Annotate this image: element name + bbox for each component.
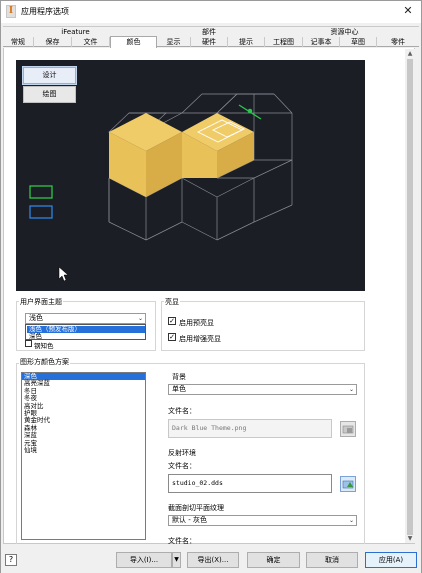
ui-theme-selected: 浅色 xyxy=(29,314,43,322)
prehighlight-label: 启用预亮显 xyxy=(179,319,214,327)
folder-icon xyxy=(342,425,354,434)
scroll-up-icon[interactable]: ▲ xyxy=(405,49,415,58)
folder-icon xyxy=(342,480,354,489)
yellow-cube-left xyxy=(109,113,182,197)
color-scheme-item[interactable]: 元宝 xyxy=(22,439,145,447)
tab-group-content-center[interactable]: 资源中心 xyxy=(270,26,419,36)
tab-save[interactable]: 保存 xyxy=(34,37,72,47)
tab-notebook[interactable]: 记事本 xyxy=(303,37,340,47)
yellow-cube-right xyxy=(182,113,254,178)
hidden-checkbox-label: 钢知色 xyxy=(34,342,54,350)
prehighlight-edge xyxy=(238,104,262,120)
tab-colors[interactable]: 颜色 xyxy=(110,36,157,48)
background-file-label: 文件名： xyxy=(168,407,196,415)
background-browse-button[interactable] xyxy=(340,421,356,437)
background-select[interactable]: 单色 ⌄ xyxy=(168,384,357,395)
background-label: 背景 xyxy=(172,373,186,381)
dialog-window: I 应用程序选项 ✕ iFeature 部件 资源中心 常规 保存 文件 颜色 … xyxy=(0,0,422,573)
tab-group-assembly[interactable]: 部件 xyxy=(148,26,270,36)
hidden-checkbox[interactable] xyxy=(25,340,32,347)
tab-drawing[interactable]: 工程图 xyxy=(265,37,303,47)
import-button[interactable]: 导入(I)... xyxy=(116,552,172,568)
enhanced-highlight-label: 启用增强亮显 xyxy=(179,335,221,343)
tab-sketch[interactable]: 草图 xyxy=(340,37,377,47)
chevron-down-icon: ⌄ xyxy=(348,386,354,393)
tab-group-ifeature[interactable]: iFeature xyxy=(3,26,148,36)
color-scheme-item[interactable]: 冬日 xyxy=(22,387,145,395)
color-scheme-item[interactable]: 高对比 xyxy=(22,402,145,410)
close-icon[interactable]: ✕ xyxy=(401,4,415,18)
import-dropdown-icon[interactable]: ▼ xyxy=(172,552,181,568)
help-icon[interactable]: ? xyxy=(5,554,17,566)
app-icon: I xyxy=(6,5,16,18)
reflection-file-label: 文件名： xyxy=(168,462,196,470)
scroll-down-icon[interactable]: ▼ xyxy=(405,534,415,543)
window-title: 应用程序选项 xyxy=(21,7,69,16)
cancel-button[interactable]: 取消 xyxy=(306,552,358,568)
enhanced-highlight-checkbox[interactable]: ✓ xyxy=(168,333,176,341)
background-file-field[interactable]: Dark Blue Theme.png xyxy=(168,419,332,438)
ui-theme-group-label: 用户界面主题 xyxy=(19,297,63,307)
reflection-label: 反射环境 xyxy=(168,449,196,457)
preview-cube-scene xyxy=(29,93,293,282)
ok-button[interactable]: 确定 xyxy=(247,552,300,568)
scrollbar-thumb[interactable] xyxy=(407,59,413,535)
color-scheme-list[interactable]: 深色 高亮深蓝 冬日 冬夜 高对比 护眼 黄金时代 森林 深蓝 元宝 仙境 xyxy=(21,372,146,540)
ui-theme-dropdown-list: 浅色（预发布版） 深色 xyxy=(25,324,146,340)
title-bar: I 应用程序选项 ✕ xyxy=(1,1,421,23)
reflection-file-field[interactable]: studio_02.dds xyxy=(168,474,332,493)
export-button[interactable]: 导出(X)... xyxy=(187,552,239,568)
color-scheme-item[interactable]: 深蓝 xyxy=(22,431,145,439)
select-swatch xyxy=(29,205,53,219)
tab-row: 常规 保存 文件 颜色 显示 硬件 提示 工程图 记事本 草图 零件 xyxy=(3,36,419,48)
highlight-group-label: 亮显 xyxy=(164,297,180,307)
prehighlight-checkbox[interactable]: ✓ xyxy=(168,317,176,325)
color-scheme-group-label: 图形方颜色方案 xyxy=(19,357,70,367)
color-scheme-item[interactable]: 高亮深蓝 xyxy=(22,379,145,387)
section-plane-selected: 默认 - 灰色 xyxy=(172,516,207,524)
tab-part[interactable]: 零件 xyxy=(377,37,419,47)
color-scheme-item[interactable]: 黄金时代 xyxy=(22,416,145,424)
ui-theme-select[interactable]: 浅色 ⌄ xyxy=(25,313,146,324)
section-plane-label: 截面剖切平面纹理 xyxy=(168,504,224,512)
tab-file[interactable]: 文件 xyxy=(72,37,110,47)
preselect-swatch xyxy=(29,185,53,199)
ui-theme-option[interactable]: 深色 xyxy=(27,333,145,340)
chevron-down-icon: ⌄ xyxy=(137,315,143,322)
mouse-cursor-icon xyxy=(58,266,69,282)
color-scheme-item[interactable]: 仙境 xyxy=(22,446,145,454)
color-preview-viewport: 设计 绘图 xyxy=(16,60,365,291)
tab-general[interactable]: 常规 xyxy=(3,37,34,47)
ui-theme-option[interactable]: 浅色（预发布版） xyxy=(27,326,145,333)
vertical-scrollbar[interactable]: ▲ ▼ xyxy=(405,49,415,543)
tab-display[interactable]: 显示 xyxy=(157,37,191,47)
tab-hardware[interactable]: 硬件 xyxy=(191,37,228,47)
section-plane-select[interactable]: 默认 - 灰色 ⌄ xyxy=(168,515,357,526)
apply-button[interactable]: 应用(A) xyxy=(365,552,417,568)
tab-prompts[interactable]: 提示 xyxy=(228,37,265,47)
color-scheme-item[interactable]: 森林 xyxy=(22,424,145,432)
reflection-browse-button[interactable] xyxy=(340,476,356,492)
chevron-down-icon: ⌄ xyxy=(348,517,354,524)
background-selected: 单色 xyxy=(172,385,186,393)
